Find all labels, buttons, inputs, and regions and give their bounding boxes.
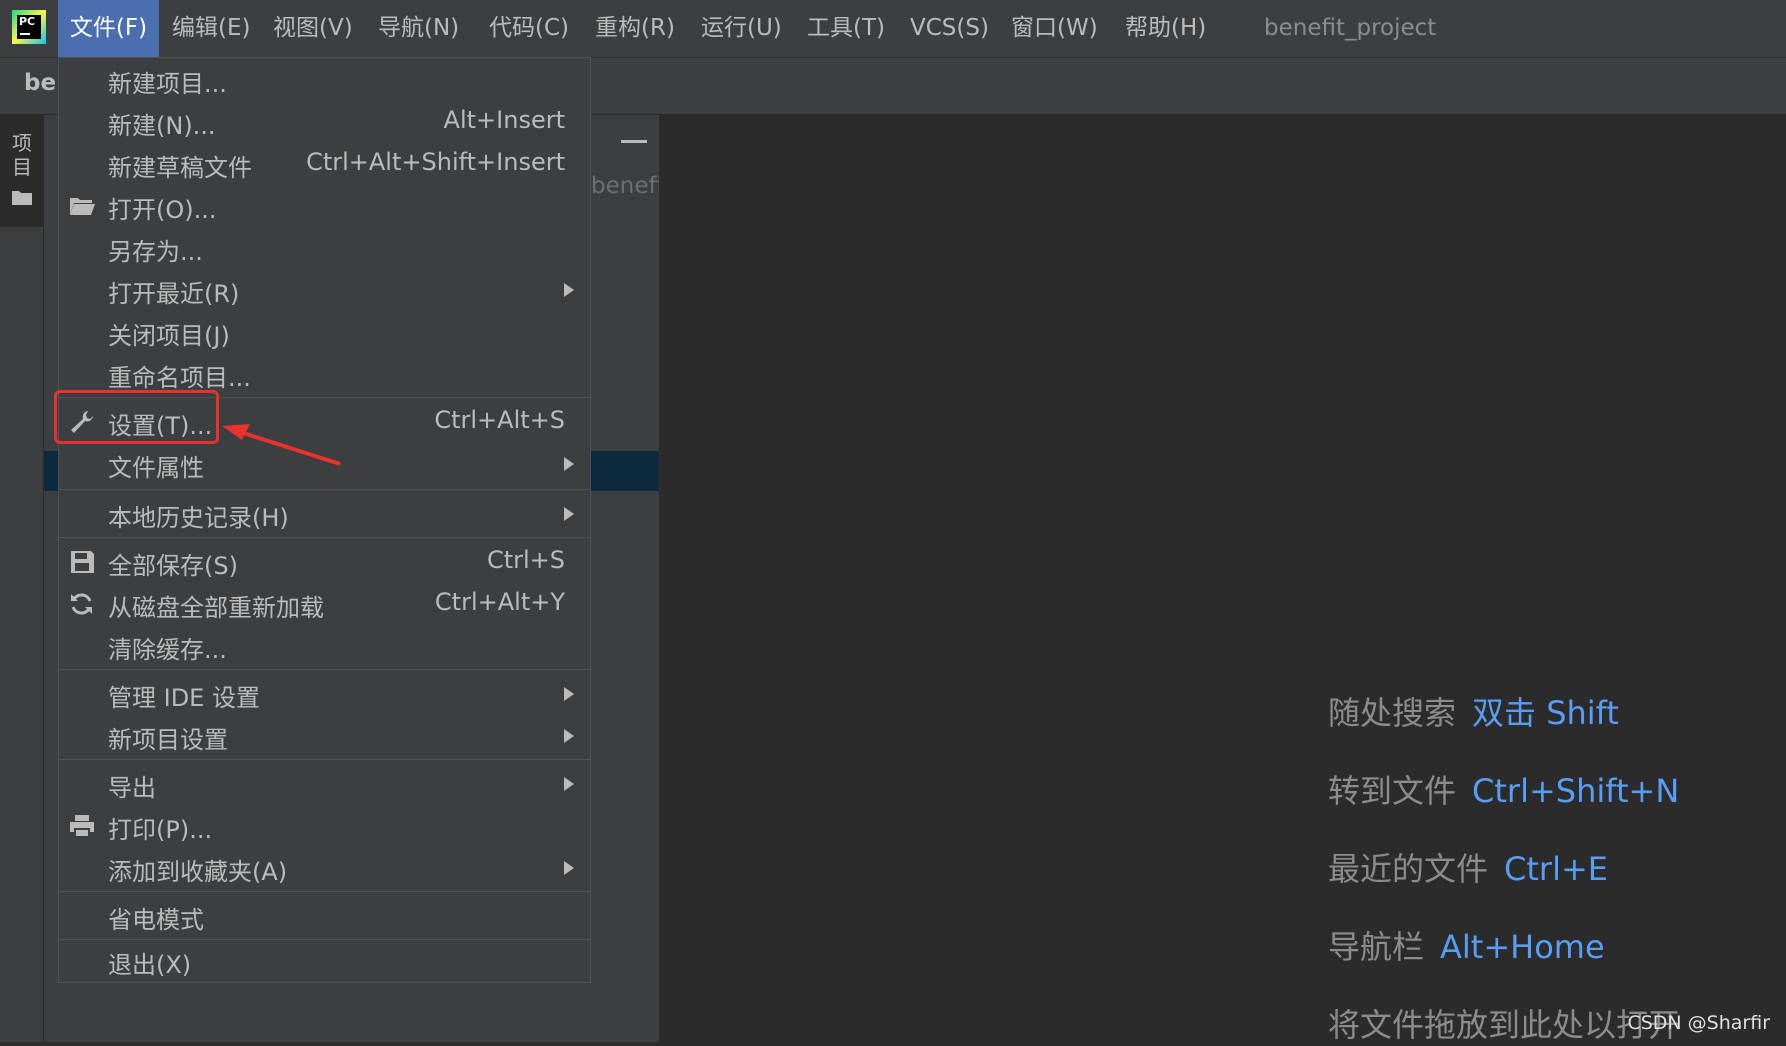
menu-separator bbox=[59, 891, 590, 892]
menu-item-shortcut: Ctrl+Alt+Y bbox=[434, 588, 565, 616]
submenu-arrow-icon bbox=[564, 507, 574, 521]
menu-item-label: 全部保存(S) bbox=[108, 552, 238, 580]
submenu-arrow-icon bbox=[564, 729, 574, 743]
menu-item-label: 重命名项目... bbox=[108, 364, 251, 392]
menu-item-shortcut: Ctrl+Alt+S bbox=[434, 406, 565, 434]
menu-separator bbox=[59, 489, 590, 490]
menu-item-print[interactable]: 打印(P)... bbox=[59, 805, 590, 847]
menu-run[interactable]: 运行(U) bbox=[701, 0, 782, 57]
menu-item-export[interactable]: 导出 bbox=[59, 763, 590, 805]
hint-search-everywhere: 随处搜索 双击 Shift bbox=[1328, 694, 1619, 732]
print-icon bbox=[70, 815, 94, 838]
menu-item-label: 省电模式 bbox=[108, 906, 204, 934]
menu-item-close-project[interactable]: 关闭项目(J) bbox=[59, 311, 590, 353]
menu-edit[interactable]: 编辑(E) bbox=[172, 0, 250, 57]
menu-item-open-recent[interactable]: 打开最近(R) bbox=[59, 269, 590, 311]
menu-item-label: 新建项目... bbox=[108, 70, 227, 98]
menu-item-label: 关闭项目(J) bbox=[108, 322, 230, 350]
menu-item-label: 退出(X) bbox=[108, 951, 192, 979]
menu-item-label: 文件属性 bbox=[108, 454, 204, 482]
menu-vcs[interactable]: VCS(S) bbox=[910, 0, 989, 57]
menu-item-manage-ide-settings[interactable]: 管理 IDE 设置 bbox=[59, 673, 590, 715]
hint-navigation-bar: 导航栏 Alt+Home bbox=[1328, 928, 1605, 966]
menu-separator bbox=[59, 669, 590, 670]
menu-item-label: 新建(N)... bbox=[108, 112, 216, 140]
menu-help[interactable]: 帮助(H) bbox=[1125, 0, 1206, 57]
menu-item-label: 清除缓存... bbox=[108, 636, 227, 664]
menu-navigate[interactable]: 导航(N) bbox=[378, 0, 459, 57]
menu-file[interactable]: 文件(F) bbox=[58, 0, 159, 57]
menu-item-label: 从磁盘全部重新加载 bbox=[108, 594, 324, 622]
menu-refactor[interactable]: 重构(R) bbox=[595, 0, 675, 57]
menu-item-label: 打开(O)... bbox=[108, 196, 217, 224]
menu-item-save-as[interactable]: 另存为... bbox=[59, 227, 590, 269]
reload-icon bbox=[71, 593, 92, 615]
menu-item-label: 新建草稿文件 bbox=[108, 154, 252, 182]
menu-item-label: 打印(P)... bbox=[108, 816, 213, 844]
watermark: CSDN @Sharfir bbox=[1627, 1012, 1770, 1034]
minimize-icon[interactable] bbox=[621, 140, 647, 143]
menu-item-label: 打开最近(R) bbox=[108, 280, 240, 308]
submenu-arrow-icon bbox=[564, 861, 574, 875]
menu-item-rename-project[interactable]: 重命名项目... bbox=[59, 353, 590, 395]
menu-item-power-save-mode[interactable]: 省电模式 bbox=[59, 895, 590, 937]
menu-code[interactable]: 代码(C) bbox=[489, 0, 569, 57]
menu-item-save-all[interactable]: 全部保存(S) Ctrl+S bbox=[59, 541, 590, 583]
submenu-arrow-icon bbox=[564, 457, 574, 471]
menu-item-label: 本地历史记录(H) bbox=[108, 504, 289, 532]
menu-item-open[interactable]: 打开(O)... bbox=[59, 185, 590, 227]
menu-item-add-to-favorites[interactable]: 添加到收藏夹(A) bbox=[59, 847, 590, 889]
menu-item-new-project[interactable]: 新建项目... bbox=[59, 59, 590, 101]
menu-separator bbox=[59, 759, 590, 760]
submenu-arrow-icon bbox=[564, 283, 574, 297]
menu-item-label: 另存为... bbox=[108, 238, 203, 266]
menu-tools[interactable]: 工具(T) bbox=[807, 0, 885, 57]
menu-window[interactable]: 窗口(W) bbox=[1011, 0, 1098, 57]
submenu-arrow-icon bbox=[564, 687, 574, 701]
annotation-arrow-icon bbox=[222, 424, 341, 466]
menu-separator bbox=[59, 537, 590, 538]
project-tool-tab[interactable]: 项目 bbox=[0, 115, 43, 227]
hint-recent-files: 最近的文件 Ctrl+E bbox=[1328, 850, 1608, 888]
editor-area: 随处搜索 双击 Shift 转到文件 Ctrl+Shift+N 最近的文件 Ctrl+… bbox=[660, 115, 1786, 1044]
menu-item-new-scratch-file[interactable]: 新建草稿文件 Ctrl+Alt+Shift+Insert bbox=[59, 143, 590, 185]
menu-item-label: 管理 IDE 设置 bbox=[108, 684, 260, 712]
menu-item-label: 新项目设置 bbox=[108, 726, 228, 754]
menu-item-shortcut: Ctrl+S bbox=[486, 546, 565, 574]
menu-item-shortcut: Ctrl+Alt+Shift+Insert bbox=[306, 148, 565, 176]
submenu-arrow-icon bbox=[564, 777, 574, 791]
menu-item-label: 导出 bbox=[108, 774, 156, 802]
pycharm-logo-icon: PC bbox=[12, 10, 46, 44]
project-title: benefit_project bbox=[1264, 15, 1437, 41]
menu-item-invalidate-caches[interactable]: 清除缓存... bbox=[59, 625, 590, 667]
save-icon bbox=[71, 551, 94, 573]
project-tool-tab-label: 项目 bbox=[12, 131, 32, 179]
menu-item-new-project-settings[interactable]: 新项目设置 bbox=[59, 715, 590, 757]
annotation-highlight-box bbox=[54, 390, 219, 444]
menu-item-local-history[interactable]: 本地历史记录(H) bbox=[59, 493, 590, 535]
menu-item-new[interactable]: 新建(N)... Alt+Insert bbox=[59, 101, 590, 143]
menu-item-shortcut: Alt+Insert bbox=[443, 106, 565, 134]
hint-goto-file: 转到文件 Ctrl+Shift+N bbox=[1328, 772, 1680, 810]
file-menu-dropdown: 新建项目... 新建(N)... Alt+Insert 新建草稿文件 Ctrl+… bbox=[58, 57, 591, 983]
folder-open-icon bbox=[70, 198, 95, 215]
project-tree-root[interactable]: benefi bbox=[591, 173, 659, 199]
menu-bar: PC 文件(F) 编辑(E) 视图(V) 导航(N) 代码(C) 重构(R) 运… bbox=[0, 0, 1786, 58]
menu-item-exit[interactable]: 退出(X) bbox=[59, 940, 590, 982]
menu-view[interactable]: 视图(V) bbox=[273, 0, 353, 57]
folder-icon bbox=[12, 191, 32, 205]
menu-item-label: 添加到收藏夹(A) bbox=[108, 858, 288, 886]
left-tool-strip: 项目 bbox=[0, 115, 44, 1042]
menu-item-reload-all[interactable]: 从磁盘全部重新加载 Ctrl+Alt+Y bbox=[59, 583, 590, 625]
